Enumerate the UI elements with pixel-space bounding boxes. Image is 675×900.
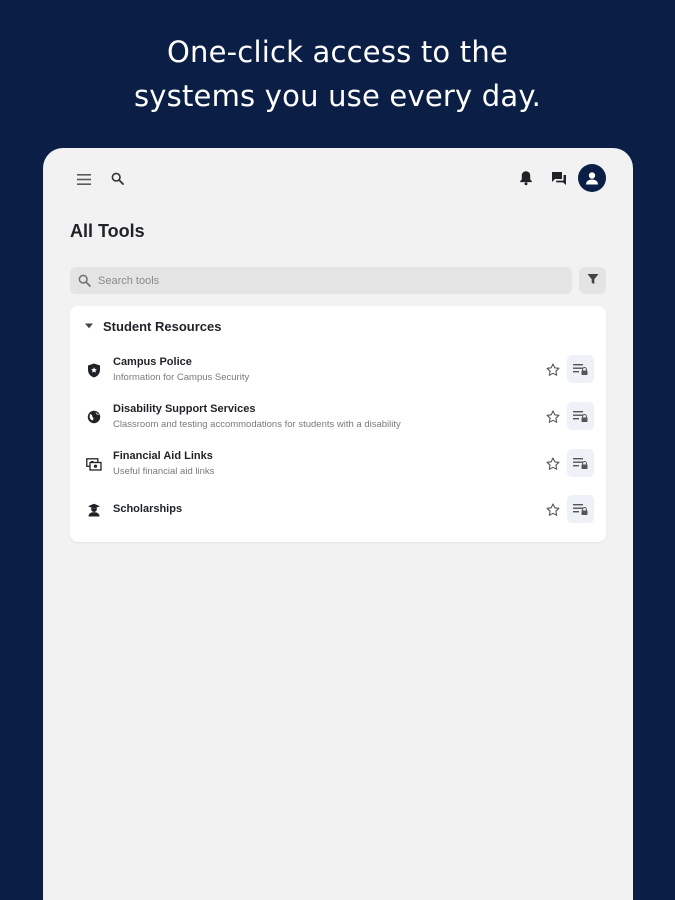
tool-description: Classroom and testing accommodations for… [113, 419, 401, 430]
launch-button[interactable] [567, 495, 594, 523]
search-input[interactable] [98, 274, 558, 287]
tool-row-scholarships[interactable]: Scholarships [70, 495, 606, 535]
section-title: Student Resources [103, 318, 222, 334]
search-icon[interactable] [109, 170, 125, 186]
search-icon [78, 274, 92, 288]
hero-headline: One-click access to the systems you use … [0, 30, 675, 118]
tool-description: Useful financial aid links [113, 466, 215, 477]
menu-icon[interactable] [76, 172, 92, 186]
caret-down-icon [84, 321, 94, 331]
favorite-star-icon[interactable] [544, 408, 561, 425]
top-app-bar [43, 148, 633, 208]
favorite-star-icon[interactable] [544, 501, 561, 518]
globe-icon [86, 409, 102, 425]
tool-row-financial-aid-links[interactable]: Financial Aid Links Useful financial aid… [70, 449, 606, 489]
tool-name: Campus Police [113, 356, 192, 368]
app-screen: All Tools Student Resources Campus Polic… [43, 148, 633, 900]
filter-button[interactable] [579, 267, 606, 294]
tool-description: Information for Campus Security [113, 372, 250, 383]
launch-button[interactable] [567, 449, 594, 477]
search-field[interactable] [70, 267, 572, 294]
tool-row-campus-police[interactable]: Campus Police Information for Campus Sec… [70, 355, 606, 395]
favorite-star-icon[interactable] [544, 455, 561, 472]
filter-icon [587, 272, 599, 290]
hero-line-2: systems you use every day. [134, 79, 541, 113]
tool-name: Disability Support Services [113, 403, 256, 415]
hero-line-1: One-click access to the [167, 35, 508, 69]
launch-button[interactable] [567, 402, 594, 430]
tool-name: Scholarships [113, 503, 183, 515]
tools-card: Student Resources Campus Police Informat… [70, 306, 606, 542]
chat-icon[interactable] [550, 169, 568, 187]
tool-name: Financial Aid Links [113, 450, 213, 462]
favorite-star-icon[interactable] [544, 361, 561, 378]
section-header-student-resources[interactable]: Student Resources [84, 318, 221, 334]
graduate-icon [86, 502, 102, 518]
money-icon [86, 456, 102, 472]
launch-button[interactable] [567, 355, 594, 383]
page-title: All Tools [70, 221, 145, 241]
police-badge-icon [86, 362, 102, 378]
tool-row-disability-support-services[interactable]: Disability Support Services Classroom an… [70, 402, 606, 442]
account-icon[interactable] [578, 164, 606, 192]
bell-icon[interactable] [517, 169, 535, 187]
